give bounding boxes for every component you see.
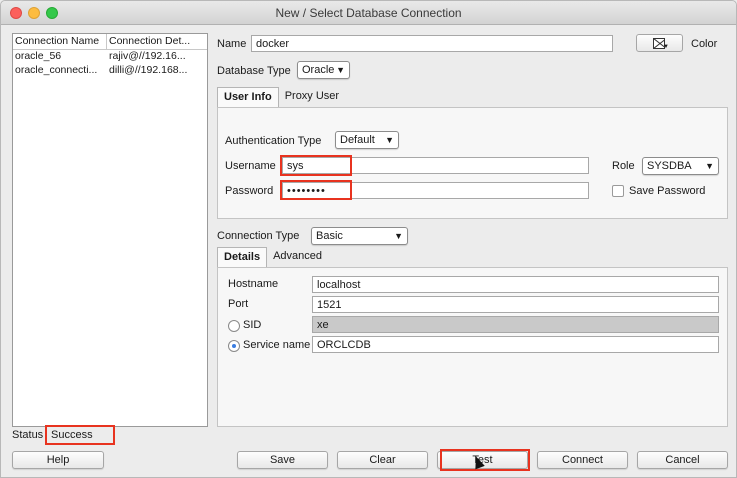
caret-down-icon: ▼ [385, 135, 394, 145]
database-type-select[interactable]: Oracle ▼ [297, 61, 350, 79]
port-input[interactable] [312, 296, 719, 313]
clear-button[interactable]: Clear [337, 451, 428, 469]
tab-advanced[interactable]: Advanced [267, 247, 328, 267]
status-label: Status [12, 429, 44, 441]
status-highlight-box [45, 425, 115, 445]
connection-name-cell: oracle_56 [15, 50, 62, 62]
port-label: Port [228, 298, 249, 310]
auth-type-select[interactable]: Default ▼ [335, 131, 399, 149]
name-input[interactable] [251, 35, 613, 52]
details-tabbar: Details Advanced [217, 247, 328, 267]
service-name-label: Service name [243, 339, 311, 351]
role-label: Role [612, 160, 635, 172]
connect-button[interactable]: Connect [537, 451, 628, 469]
role-select[interactable]: SYSDBA ▼ [642, 157, 719, 175]
name-label: Name [217, 38, 247, 50]
tab-details[interactable]: Details [217, 247, 268, 267]
cancel-button[interactable]: Cancel [637, 451, 728, 469]
hostname-label: Hostname [228, 278, 279, 290]
username-highlight-box [280, 155, 352, 176]
sid-label: SID [243, 319, 262, 331]
table-row[interactable]: oracle_connecti... dilli@//192.168... [13, 64, 207, 78]
table-row[interactable]: oracle_56 rajiv@//192.16... [13, 50, 207, 64]
help-button[interactable]: Help [12, 451, 104, 469]
connections-list-header: Connection Name Connection Det... [13, 34, 207, 50]
connection-details-cell: rajiv@//192.16... [109, 50, 186, 62]
caret-down-icon: ▼ [336, 65, 345, 75]
color-label: Color [691, 38, 718, 50]
connection-name-cell: oracle_connecti... [15, 64, 98, 76]
service-name-radio[interactable] [228, 340, 240, 352]
caret-down-icon: ▼ [394, 231, 403, 241]
caret-down-icon: ▼ [663, 44, 669, 50]
user-info-tabbar: User Info Proxy User [217, 87, 345, 107]
column-header-connection-name[interactable]: Connection Name [13, 34, 107, 49]
sid-input[interactable] [312, 316, 719, 333]
hostname-input[interactable] [312, 276, 719, 293]
database-type-value: Oracle [302, 64, 335, 76]
username-label: Username [225, 160, 276, 172]
tab-proxy-user[interactable]: Proxy User [279, 87, 345, 107]
save-button[interactable]: Save [237, 451, 328, 469]
column-header-connection-details[interactable]: Connection Det... [107, 34, 207, 49]
caret-down-icon: ▼ [705, 161, 714, 171]
connection-details-cell: dilli@//192.168... [109, 64, 188, 76]
password-highlight-box [280, 180, 352, 200]
password-label: Password [225, 185, 274, 197]
connection-type-value: Basic [316, 230, 343, 242]
test-highlight-box [440, 449, 530, 471]
tab-user-info[interactable]: User Info [217, 87, 279, 107]
connection-type-select[interactable]: Basic ▼ [311, 227, 408, 245]
sid-radio[interactable] [228, 320, 240, 332]
save-password-checkbox[interactable] [612, 185, 624, 197]
connection-type-label: Connection Type [217, 230, 300, 242]
save-password-label: Save Password [629, 185, 706, 197]
connection-dialog: New / Select Database Connection Connect… [0, 0, 737, 478]
window-title: New / Select Database Connection [275, 6, 462, 20]
color-picker-button[interactable]: ▼ [636, 34, 683, 52]
auth-type-value: Default [340, 134, 375, 146]
title-bar: New / Select Database Connection [1, 1, 736, 25]
service-name-input[interactable] [312, 336, 719, 353]
role-value: SYSDBA [647, 160, 692, 172]
database-type-label: Database Type [217, 65, 291, 77]
auth-type-label: Authentication Type [225, 135, 322, 147]
connections-list[interactable]: Connection Name Connection Det... oracle… [12, 33, 208, 427]
